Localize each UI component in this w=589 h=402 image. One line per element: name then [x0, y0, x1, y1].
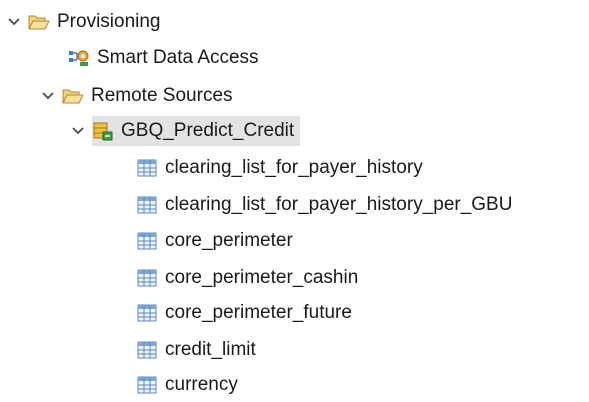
tree-node-label: core_perimeter_future: [165, 302, 352, 323]
folder-open-icon: [28, 11, 50, 33]
tree-node-smart-data-access[interactable]: Smart Data Access: [68, 41, 259, 75]
smart-data-access-icon: [68, 47, 90, 69]
table-icon: [136, 230, 158, 252]
tree-node-label: clearing_list_for_payer_history: [165, 157, 423, 178]
tree-node-gbq-predict-credit[interactable]: GBQ_Predict_Credit: [68, 114, 301, 148]
tree-node-label: clearing_list_for_payer_history_per_GBU: [165, 194, 513, 215]
tree-node-table[interactable]: core_perimeter_future: [136, 296, 352, 330]
tree-node-table[interactable]: credit_limit: [136, 333, 256, 367]
tree-node-table[interactable]: clearing_list_for_payer_history: [136, 151, 423, 185]
tree-node-label: Provisioning: [57, 11, 161, 32]
tree-node-label: Remote Sources: [91, 85, 233, 106]
table-icon: [136, 302, 158, 324]
tree-node-label: Smart Data Access: [97, 47, 259, 68]
remote-source-database-icon: [92, 120, 114, 142]
table-icon: [136, 339, 158, 361]
folder-open-icon: [62, 85, 84, 107]
table-icon: [136, 157, 158, 179]
tree-node-provisioning[interactable]: Provisioning: [4, 5, 161, 39]
tree-node-label: core_perimeter_cashin: [165, 267, 359, 288]
chevron-down-icon[interactable]: [4, 12, 24, 32]
tree-node-table[interactable]: core_perimeter_cashin: [136, 261, 358, 295]
tree-node-table[interactable]: currency: [136, 368, 238, 402]
tree-node-label: currency: [165, 374, 238, 395]
chevron-down-icon[interactable]: [68, 121, 88, 141]
table-icon: [136, 267, 158, 289]
tree-node-table[interactable]: clearing_list_for_payer_history_per_GBU: [136, 188, 512, 222]
tree-node-remote-sources[interactable]: Remote Sources: [38, 79, 233, 113]
tree-node-label: core_perimeter: [165, 230, 293, 251]
tree-node-table[interactable]: core_perimeter: [136, 224, 293, 258]
table-icon: [136, 374, 158, 396]
table-icon: [136, 194, 158, 216]
project-explorer-tree: Provisioning Smart Data Access Remote So…: [0, 0, 589, 396]
tree-node-label: credit_limit: [165, 339, 256, 360]
chevron-down-icon[interactable]: [38, 86, 58, 106]
selected-node-highlight: GBQ_Predict_Credit: [92, 116, 301, 146]
tree-node-label: GBQ_Predict_Credit: [121, 120, 295, 141]
